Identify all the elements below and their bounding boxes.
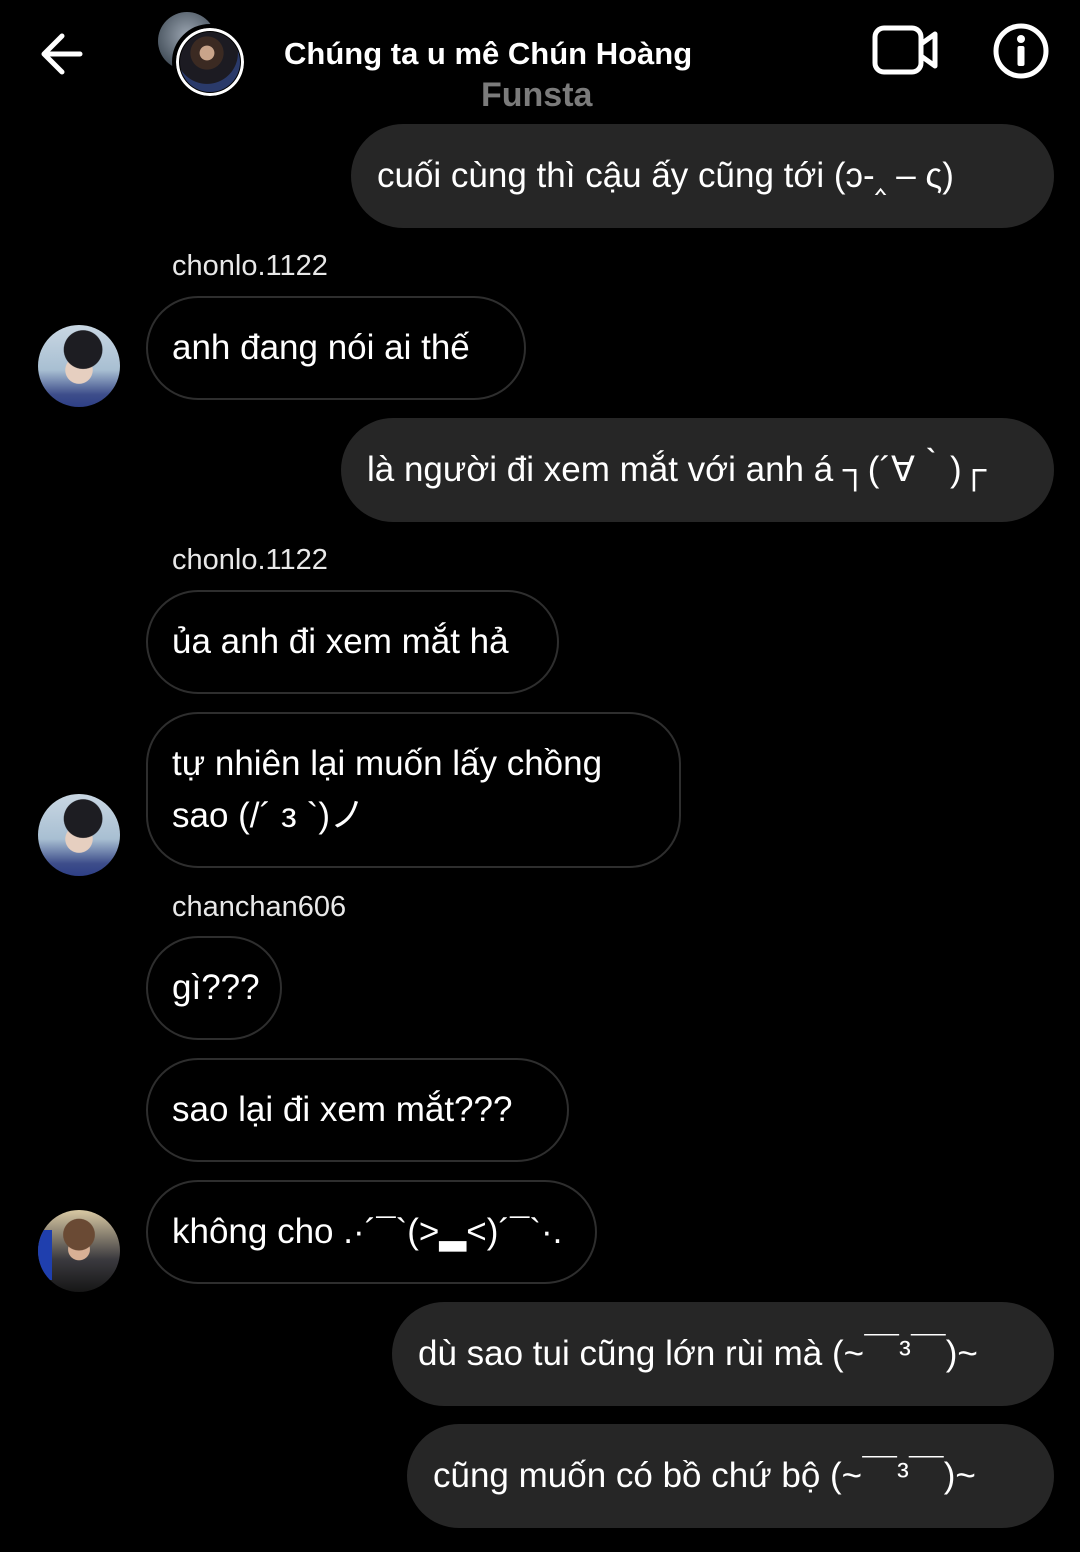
message-text: anh đang nói ai thế xyxy=(172,328,470,367)
chat-subtitle: Funsta xyxy=(481,76,593,114)
message-bubble-incoming[interactable]: anh đang nói ai thế xyxy=(146,296,526,400)
sender-name: chonlo.1122 xyxy=(172,544,328,576)
message-bubble-outgoing[interactable]: dù sao tui cũng lớn rùi mà (~￣³￣)~ xyxy=(392,1302,1054,1406)
message-bubble-outgoing[interactable]: là người đi xem mắt với anh á ┐(´∀｀)┌ xyxy=(341,418,1054,522)
chat-header: Chúng ta u mê Chún Hoàng Funsta xyxy=(0,0,1080,118)
message-bubble-incoming[interactable]: ủa anh đi xem mắt hả xyxy=(146,590,559,694)
message-text-line: sao (/´ з `)ノ xyxy=(172,796,365,835)
message-bubble-outgoing[interactable]: cuối cùng thì cậu ấy cũng tới (ↄ-‸ – ς) xyxy=(351,124,1054,228)
group-avatar-front xyxy=(172,24,248,100)
sender-name: chanchan606 xyxy=(172,891,347,923)
group-avatar[interactable] xyxy=(158,12,250,100)
message-bubble-incoming[interactable]: gì??? xyxy=(146,936,282,1040)
message-text: cũng muốn có bồ chứ bộ (~￣³￣)~ xyxy=(433,1456,976,1495)
message-text: dù sao tui cũng lớn rùi mà (~￣³￣)~ xyxy=(418,1334,978,1373)
message-text: ủa anh đi xem mắt hả xyxy=(172,622,509,661)
message-bubble-incoming[interactable]: tự nhiên lại muốn lấy chồng sao (/´ з `)… xyxy=(146,712,681,868)
message-text: không cho .·´¯`(>▂<)´¯`·. xyxy=(172,1212,563,1251)
video-call-icon[interactable] xyxy=(872,24,938,76)
info-icon[interactable] xyxy=(992,22,1050,80)
message-text: gì??? xyxy=(172,968,260,1007)
message-text-line: tự nhiên lại muốn lấy chồng xyxy=(172,744,603,783)
avatar[interactable] xyxy=(38,794,120,876)
message-text: cuối cùng thì cậu ấy cũng tới (ↄ-‸ – ς) xyxy=(377,156,954,195)
message-bubble-incoming[interactable]: sao lại đi xem mắt??? xyxy=(146,1058,569,1162)
message-text: sao lại đi xem mắt??? xyxy=(172,1090,513,1129)
chat-title[interactable]: Chúng ta u mê Chún Hoàng xyxy=(284,36,692,72)
message-bubble-incoming[interactable]: không cho .·´¯`(>▂<)´¯`·. xyxy=(146,1180,597,1284)
sender-name: chonlo.1122 xyxy=(172,250,328,282)
message-bubble-outgoing[interactable]: cũng muốn có bồ chứ bộ (~￣³￣)~ xyxy=(407,1424,1054,1528)
avatar[interactable] xyxy=(38,1210,120,1292)
avatar[interactable] xyxy=(38,325,120,407)
back-arrow-icon[interactable] xyxy=(36,28,92,80)
message-text: là người đi xem mắt với anh á ┐(´∀｀)┌ xyxy=(367,450,987,489)
